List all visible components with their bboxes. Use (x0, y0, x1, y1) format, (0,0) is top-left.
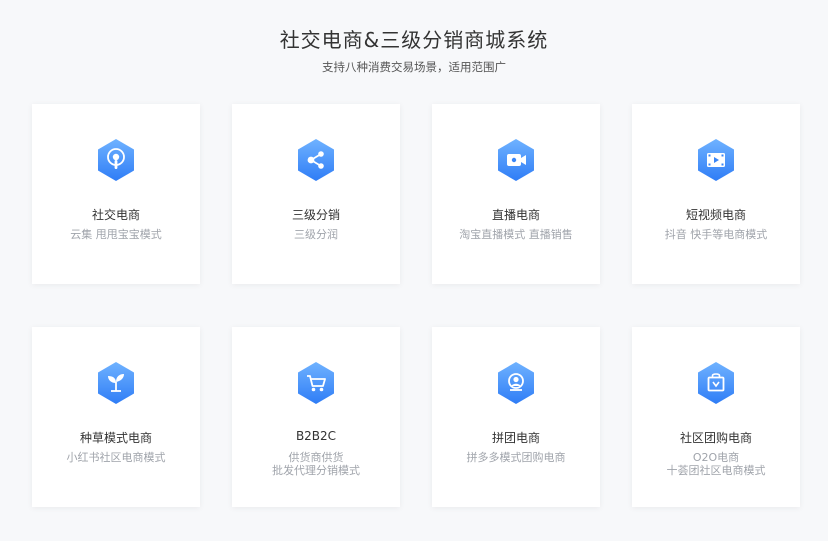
card-desc: O2O电商 十荟团社区电商模式 (632, 451, 800, 477)
card-title: 社交电商 (91, 208, 140, 222)
card-title: 拼团电商 (491, 431, 540, 445)
share-icon (296, 138, 336, 182)
shopping-cart-icon (296, 361, 336, 405)
card-desc-line: O2O电商 (692, 451, 740, 464)
feature-card-group-buy[interactable]: 拼团电商 拼多多模式团购电商 (432, 327, 600, 507)
feature-card-short-video-ecommerce[interactable]: 短视频电商 抖音 快手等电商模式 (632, 104, 800, 284)
shopping-bag-icon (696, 361, 736, 405)
card-title: 三级分销 (291, 208, 340, 222)
card-desc-line: 淘宝直播模式 直播销售 (459, 228, 573, 241)
card-title: 种草模式电商 (79, 431, 152, 445)
group-icon (496, 361, 536, 405)
feature-card-seeding-ecommerce[interactable]: 种草模式电商 小红书社区电商模式 (32, 327, 200, 507)
card-desc: 淘宝直播模式 直播销售 (432, 228, 600, 241)
feature-card-three-level-distribution[interactable]: 三级分销 三级分润 (232, 104, 400, 284)
card-desc-line: 十荟团社区电商模式 (666, 464, 766, 477)
feature-card-social-ecommerce[interactable]: 社交电商 云集 甩甩宝宝模式 (32, 104, 200, 284)
card-desc: 三级分润 (232, 228, 400, 241)
card-desc-line: 拼多多模式团购电商 (466, 451, 566, 464)
card-desc: 抖音 快手等电商模式 (632, 228, 800, 241)
card-desc-line: 抖音 快手等电商模式 (664, 228, 768, 241)
card-title: 社区团购电商 (679, 431, 752, 445)
card-desc: 云集 甩甩宝宝模式 (32, 228, 200, 241)
card-desc-line: 批发代理分销模式 (272, 464, 360, 477)
page: 社交电商&三级分销商城系统 支持八种消费交易场景，适用范围广 社交电商 云集 甩… (0, 0, 828, 541)
feature-card-live-ecommerce[interactable]: 直播电商 淘宝直播模式 直播销售 (432, 104, 600, 284)
card-desc-line: 供货商供货 (288, 451, 344, 464)
card-desc-line: 云集 甩甩宝宝模式 (70, 228, 162, 241)
feature-card-community-group-buy[interactable]: 社区团购电商 O2O电商 十荟团社区电商模式 (632, 327, 800, 507)
card-desc: 拼多多模式团购电商 (432, 451, 600, 464)
card-desc: 供货商供货 批发代理分销模式 (232, 451, 400, 477)
feature-card-b2b2c[interactable]: B2B2C 供货商供货 批发代理分销模式 (232, 327, 400, 507)
card-title: 直播电商 (491, 208, 540, 222)
film-icon (696, 138, 736, 182)
card-desc-line: 小红书社区电商模式 (66, 451, 166, 464)
card-desc: 小红书社区电商模式 (32, 451, 200, 464)
feature-grid: 社交电商 云集 甩甩宝宝模式 三级分销 三级分润 直播电商 淘宝直播模式 直播销… (0, 0, 828, 541)
video-camera-icon (496, 138, 536, 182)
sprout-icon (96, 361, 136, 405)
card-title: B2B2C (295, 429, 337, 443)
card-desc-line: 三级分润 (294, 228, 338, 241)
card-title: 短视频电商 (685, 208, 746, 222)
podcast-icon (96, 138, 136, 182)
